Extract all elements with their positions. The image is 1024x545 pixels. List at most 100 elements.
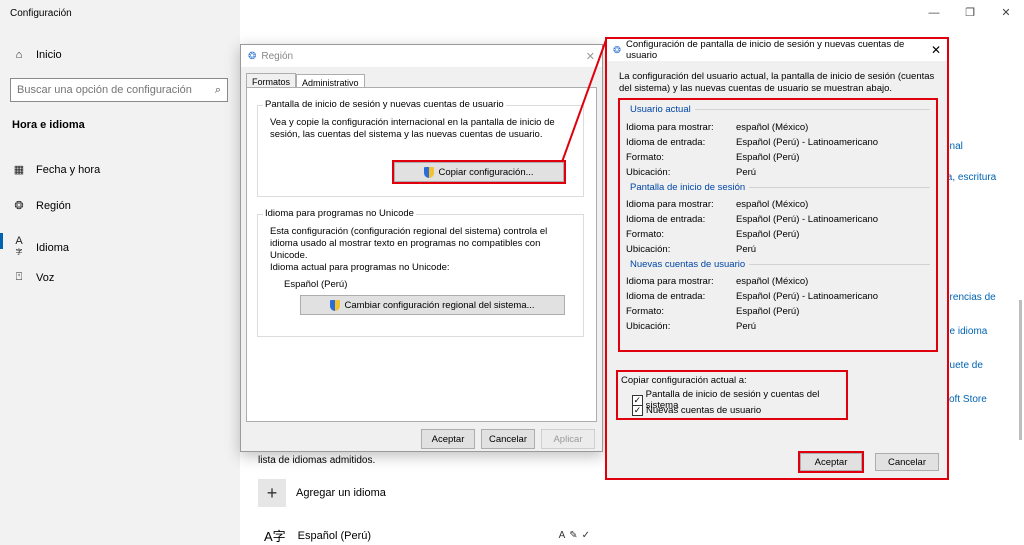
setting-key: Idioma para mostrar:	[626, 122, 714, 133]
language-description: lista de idiomas admitidos.	[258, 455, 376, 466]
checkmark-icon[interactable]: ✓	[632, 394, 643, 406]
apply-button[interactable]: Aplicar	[541, 429, 595, 449]
setting-row: Idioma de entrada: Español (Perú) - Latin…	[626, 214, 878, 225]
copy-settings-label: Copiar configuración...	[438, 166, 534, 178]
non-unicode-group: Idioma para programas no Unicode Esta co…	[257, 208, 584, 337]
app-title: Configuración	[10, 8, 72, 19]
add-language-button[interactable]: + Agregar un idioma	[258, 479, 386, 507]
calendar-clock-icon: ▦	[13, 164, 25, 176]
section-title-new-users: Nuevas cuentas de usuario	[630, 259, 930, 270]
close-icon[interactable]: ✕	[931, 43, 941, 57]
setting-value: Español (Perú) - Latinoamericano	[736, 214, 879, 225]
related-link[interactable]: ía, escritura	[944, 172, 996, 183]
setting-key: Idioma de entrada:	[626, 137, 706, 148]
section-title-text: Usuario actual	[630, 104, 691, 115]
close-icon[interactable]: ✕	[586, 50, 595, 63]
section-title-text: Pantalla de inicio de sesión	[630, 182, 746, 193]
checkbox-label: Nuevas cuentas de usuario	[646, 405, 762, 416]
maximize-button[interactable]: ❐	[952, 0, 988, 26]
current-language-value: Español (Perú)	[284, 279, 348, 290]
related-link[interactable]: quete de	[944, 360, 983, 371]
copy-settings-button[interactable]: Copiar configuración...	[392, 160, 566, 184]
search-icon[interactable]: ⌕	[215, 84, 221, 97]
welcome-screen-group: Pantalla de inicio de sesión y nuevas cu…	[257, 99, 584, 197]
copy-dialog-title: Configuración de pantalla de inicio de s…	[625, 39, 905, 61]
related-link[interactable]: erencias de	[944, 292, 996, 303]
setting-key: Ubicación:	[626, 321, 671, 332]
home-icon: ⌂	[15, 49, 23, 61]
nav-item-language[interactable]: A字 Idioma	[12, 235, 69, 262]
setting-row: Ubicación: Perú	[626, 167, 756, 178]
copy-dialog-intro: La configuración del usuario actual, la …	[619, 71, 935, 94]
language-icon: A字	[15, 235, 23, 256]
setting-value: español (México)	[736, 199, 809, 210]
plus-icon: +	[258, 479, 286, 507]
nav-item-home[interactable]: ⌂ Inicio	[12, 49, 62, 61]
language-features-icons: A✎✓	[558, 530, 594, 541]
setting-key: Formato:	[626, 306, 665, 317]
search-input[interactable]	[17, 84, 197, 96]
group-description: Vea y copie la configuración internacion…	[270, 117, 555, 140]
minimize-button[interactable]: —	[916, 0, 952, 26]
setting-row: Formato: Español (Perú)	[626, 306, 799, 317]
language-glyph-icon: A字	[264, 529, 286, 544]
nav-item-region[interactable]: ❂ Región	[12, 199, 70, 213]
section-title-current-user: Usuario actual	[630, 104, 930, 115]
scrollbar-thumb[interactable]	[1019, 300, 1022, 440]
new-users-checkbox[interactable]: ✓ Nuevas cuentas de usuario	[632, 405, 761, 416]
change-system-locale-button[interactable]: Cambiar configuración regional del siste…	[300, 295, 565, 315]
copy-to-label: Copiar configuración actual a:	[621, 375, 747, 386]
setting-row: Idioma de entrada: Español (Perú) - Latin…	[626, 137, 878, 148]
region-dialog: ❂ Región ✕ Formatos Administrativo Panta…	[240, 44, 603, 452]
setting-value: Perú	[736, 167, 757, 178]
setting-value: español (México)	[736, 276, 809, 287]
section-title-welcome-screen: Pantalla de inicio de sesión	[630, 182, 930, 193]
setting-value: Español (Perú) - Latinoamericano	[736, 137, 879, 148]
copy-to-box: Copiar configuración actual a: ✓ Pantall…	[616, 370, 848, 420]
settings-summary-box: Usuario actual Idioma para mostrar: españ…	[618, 98, 938, 352]
checkmark-icon[interactable]: ✓	[632, 405, 643, 416]
setting-key: Idioma para mostrar:	[626, 276, 714, 287]
setting-value: español (México)	[736, 122, 809, 133]
setting-row: Ubicación: Perú	[626, 321, 756, 332]
uac-shield-icon	[424, 166, 435, 178]
nav-item-date-time[interactable]: ▦ Fecha y hora	[12, 163, 101, 177]
ok-button[interactable]: Aceptar	[798, 451, 864, 473]
nav-label-date-time: Fecha y hora	[36, 163, 101, 176]
setting-row: Idioma para mostrar: español (México)	[626, 199, 808, 210]
setting-row: Idioma para mostrar: español (México)	[626, 122, 808, 133]
setting-key: Ubicación:	[626, 167, 671, 178]
setting-value: Perú	[736, 321, 757, 332]
related-link[interactable]: soft Store	[944, 394, 987, 405]
uac-shield-icon	[330, 299, 341, 311]
search-box[interactable]: ⌕	[10, 78, 228, 102]
administrativo-panel: Pantalla de inicio de sesión y nuevas cu…	[246, 87, 597, 422]
globe-icon: ❂	[14, 200, 24, 212]
globe-icon: ❂	[248, 50, 257, 62]
add-language-label: Agregar un idioma	[296, 487, 386, 499]
setting-value: Español (Perú)	[736, 152, 800, 163]
region-dialog-title: Región	[261, 50, 294, 62]
setting-key: Formato:	[626, 229, 665, 240]
ok-button[interactable]: Aceptar	[421, 429, 475, 449]
copy-dialog-titlebar: ❂ Configuración de pantalla de inicio de…	[607, 39, 947, 61]
setting-row: Formato: Español (Perú)	[626, 229, 799, 240]
cancel-button[interactable]: Cancelar	[481, 429, 535, 449]
nav-item-voice[interactable]: ⍞ Voz	[12, 271, 55, 284]
related-link[interactable]: de idioma	[944, 326, 987, 337]
setting-value: Perú	[736, 244, 757, 255]
globe-icon: ❂	[613, 44, 621, 56]
close-button[interactable]: ✕	[988, 0, 1024, 26]
language-list-item[interactable]: A字 Español (Perú) A✎✓	[264, 526, 594, 545]
active-nav-indicator	[0, 233, 3, 249]
nav-label-voice: Voz	[36, 271, 55, 284]
setting-row: Idioma de entrada: Español (Perú) - Latin…	[626, 291, 878, 302]
nav-label-home: Inicio	[36, 49, 62, 61]
setting-key: Idioma para mostrar:	[626, 199, 714, 210]
setting-row: Idioma para mostrar: español (México)	[626, 276, 808, 287]
setting-value: Español (Perú)	[736, 306, 800, 317]
group-label: Pantalla de inicio de sesión y nuevas cu…	[263, 99, 506, 110]
setting-key: Formato:	[626, 152, 665, 163]
setting-row: Formato: Español (Perú)	[626, 152, 799, 163]
cancel-button[interactable]: Cancelar	[875, 453, 939, 471]
